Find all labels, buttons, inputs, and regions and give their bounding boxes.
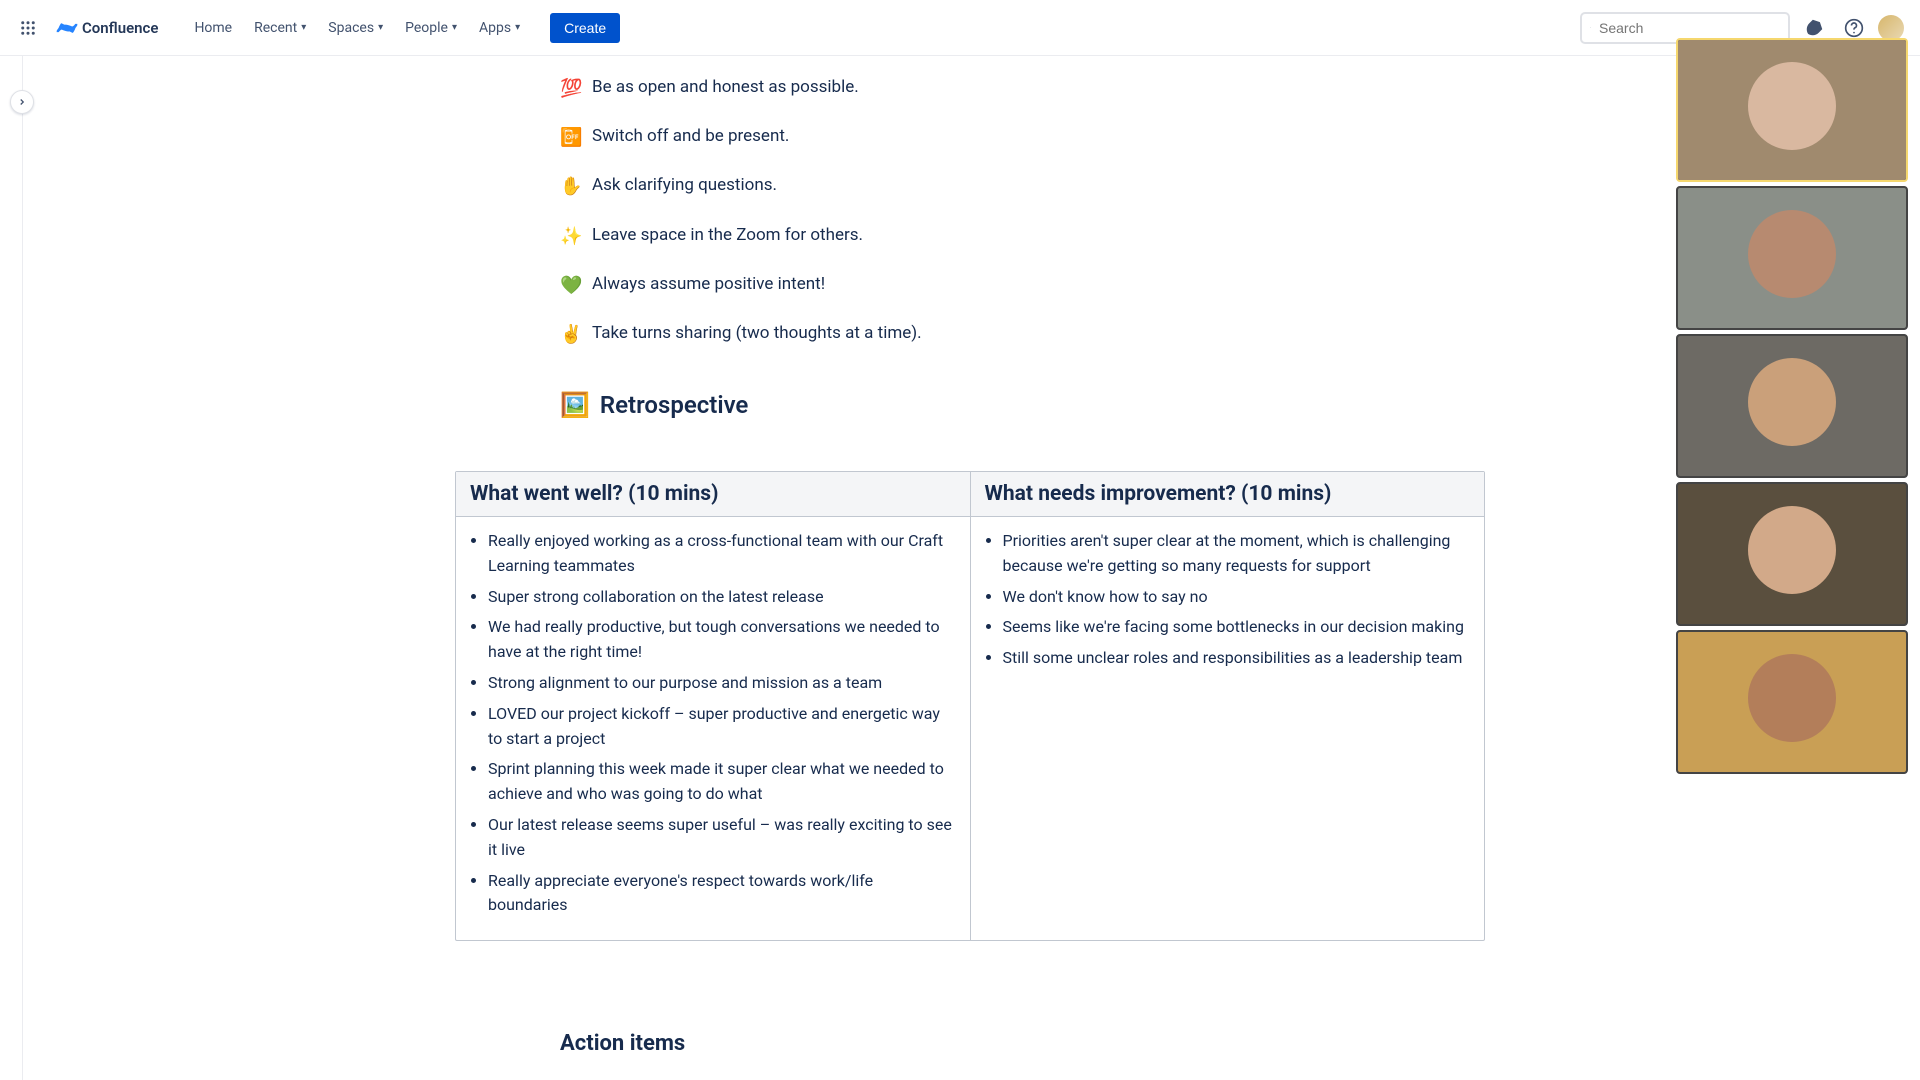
rule-item: ✌️Take turns sharing (two thoughts at a …	[560, 322, 1260, 347]
nav-apps[interactable]: Apps▾	[469, 14, 530, 42]
video-tile[interactable]	[1676, 334, 1908, 478]
rule-item: 💚Always assume positive intent!	[560, 273, 1260, 298]
person-icon	[1748, 62, 1836, 150]
person-icon	[1748, 506, 1836, 594]
person-icon	[1748, 210, 1836, 298]
product-name: Confluence	[82, 19, 158, 37]
chevron-down-icon: ▾	[452, 22, 457, 33]
ground-rules-list: 💯Be as open and honest as possible. 📴Swi…	[560, 76, 1260, 371]
list-item: Priorities aren't super clear at the mom…	[1003, 529, 1471, 579]
person-icon	[1748, 358, 1836, 446]
rule-item: ✨Leave space in the Zoom for others.	[560, 224, 1260, 249]
hundred-icon: 💯	[560, 76, 582, 101]
picture-frame-icon: 🖼️	[560, 391, 590, 419]
list-item: LOVED our project kickoff – super produc…	[488, 702, 956, 752]
list-item: Strong alignment to our purpose and miss…	[488, 671, 956, 696]
search-input[interactable]	[1599, 20, 1780, 36]
retro-improve-header: What needs improvement? (10 mins)	[971, 472, 1485, 517]
video-call-strip	[1676, 38, 1908, 774]
top-navigation: Confluence Home Recent▾ Spaces▾ People▾ …	[0, 0, 1920, 56]
chevron-down-icon: ▾	[515, 22, 520, 33]
list-item: Super strong collaboration on the latest…	[488, 585, 956, 610]
nav-recent[interactable]: Recent▾	[244, 14, 316, 42]
chevron-down-icon: ▾	[301, 22, 306, 33]
person-icon	[1748, 654, 1836, 742]
list-item: Our latest release seems super useful – …	[488, 813, 956, 863]
rule-item: 💯Be as open and honest as possible.	[560, 76, 1260, 101]
retro-table: What went well? (10 mins) Really enjoyed…	[455, 471, 1485, 941]
list-item: We had really productive, but tough conv…	[488, 615, 956, 665]
list-item: We don't know how to say no	[1003, 585, 1471, 610]
rule-item: 📴Switch off and be present.	[560, 125, 1260, 150]
chevron-down-icon: ▾	[378, 22, 383, 33]
retro-col-improve: What needs improvement? (10 mins) Priori…	[971, 472, 1485, 940]
search-icon	[1590, 20, 1591, 35]
confluence-logo[interactable]: Confluence	[50, 17, 164, 39]
nav-items: Home Recent▾ Spaces▾ People▾ Apps▾	[184, 14, 530, 42]
list-item: Still some unclear roles and responsibil…	[1003, 646, 1471, 671]
retrospective-heading: 🖼️ Retrospective	[560, 391, 748, 419]
list-item: Seems like we're facing some bottlenecks…	[1003, 615, 1471, 640]
create-button[interactable]: Create	[550, 13, 620, 43]
raised-hand-icon: ✋	[560, 174, 582, 199]
victory-hand-icon: ✌️	[560, 322, 582, 347]
list-item: Sprint planning this week made it super …	[488, 757, 956, 807]
topbar-left: Confluence Home Recent▾ Spaces▾ People▾ …	[12, 12, 620, 44]
video-tile[interactable]	[1676, 38, 1908, 182]
action-items-heading: Action items	[560, 1031, 685, 1056]
confluence-icon	[56, 17, 78, 39]
green-heart-icon: 💚	[560, 273, 582, 298]
nav-home[interactable]: Home	[184, 14, 242, 42]
page-content: 💯Be as open and honest as possible. 📴Swi…	[0, 56, 1920, 1080]
profile-avatar[interactable]	[1878, 15, 1904, 41]
retro-col-well: What went well? (10 mins) Really enjoyed…	[456, 472, 971, 940]
retro-well-header: What went well? (10 mins)	[456, 472, 970, 517]
chevron-right-icon	[17, 97, 27, 107]
video-tile[interactable]	[1676, 630, 1908, 774]
retro-well-body: Really enjoyed working as a cross-functi…	[456, 517, 970, 940]
nav-spaces[interactable]: Spaces▾	[318, 14, 393, 42]
video-tile[interactable]	[1676, 482, 1908, 626]
nav-people[interactable]: People▾	[395, 14, 467, 42]
sparkles-icon: ✨	[560, 224, 582, 249]
expand-sidebar-button[interactable]	[10, 90, 34, 114]
app-switcher-icon[interactable]	[12, 12, 44, 44]
retro-improve-body: Priorities aren't super clear at the mom…	[971, 517, 1485, 693]
rule-item: ✋Ask clarifying questions.	[560, 174, 1260, 199]
video-tile[interactable]	[1676, 186, 1908, 330]
list-item: Really appreciate everyone's respect tow…	[488, 869, 956, 919]
list-item: Really enjoyed working as a cross-functi…	[488, 529, 956, 579]
phone-off-icon: 📴	[560, 125, 582, 150]
